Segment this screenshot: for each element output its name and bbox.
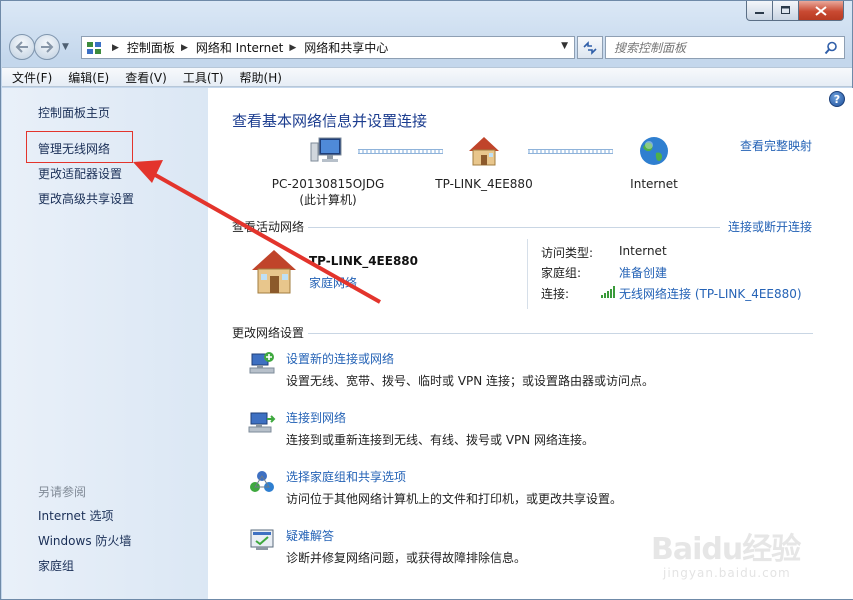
sidebar-item-homegroup[interactable]: 家庭组 [38, 557, 74, 574]
menu-help[interactable]: 帮助(H) [240, 69, 282, 86]
sidebar-item-windows-firewall[interactable]: Windows 防火墙 [38, 532, 131, 549]
network-type-link[interactable]: 家庭网络 [309, 274, 357, 291]
breadcrumb-network-internet[interactable]: 网络和 Internet [196, 39, 283, 56]
breadcrumb-separator[interactable]: ▶ [289, 43, 296, 53]
sidebar-item-internet-options[interactable]: Internet 选项 [38, 507, 113, 524]
homegroup-label: 家庭组: [541, 266, 582, 280]
sidebar-item-control-panel-home[interactable]: 控制面板主页 [38, 104, 110, 121]
help-icon[interactable]: ? [829, 91, 845, 107]
breadcrumb-separator[interactable]: ▶ [112, 43, 119, 53]
task-pane: 控制面板主页 管理无线网络 更改适配器设置 更改高级共享设置 另请参阅 Inte… [2, 88, 208, 599]
forward-arrow-icon [41, 41, 54, 53]
connect-to-network-description: 连接到或重新连接到无线、有线、拨号或 VPN 网络连接。 [286, 433, 595, 447]
search-box [605, 36, 845, 59]
computer-icon [310, 137, 342, 162]
access-type-label: 访问类型: [541, 246, 594, 260]
baidu-watermark: Baidu经验 jingyan.baidu.com [651, 506, 821, 596]
change-settings-heading: 更改网络设置 [232, 326, 305, 340]
navigation-bar: ▼ ▶ 控制面板 ▶ 网络和 Internet ▶ 网络和共享中心 ▼ [9, 33, 845, 61]
back-arrow-icon [15, 41, 28, 53]
homegroup-status-link[interactable]: 准备创建 [619, 264, 667, 281]
refresh-icon [583, 40, 597, 55]
connect-disconnect-link[interactable]: 连接或断开连接 [728, 218, 812, 235]
menu-file[interactable]: 文件(F) [12, 69, 52, 86]
address-bar[interactable]: ▶ 控制面板 ▶ 网络和 Internet ▶ 网络和共享中心 ▼ [81, 36, 575, 59]
breadcrumb-separator[interactable]: ▶ [181, 43, 188, 53]
homegroup-sharing-link[interactable]: 选择家庭组和共享选项 [286, 468, 406, 485]
forward-button[interactable] [34, 34, 60, 60]
watermark-url: jingyan.baidu.com [663, 566, 791, 580]
maximize-icon [780, 6, 790, 14]
globe-icon [640, 137, 668, 165]
sidebar-item-manage-wireless[interactable]: 管理无线网络 [38, 140, 110, 157]
setup-connection-description: 设置无线、宽带、拨号、临时或 VPN 连接；或设置路由器或访问点。 [286, 374, 655, 388]
minimize-icon [754, 11, 764, 14]
close-button[interactable] [799, 1, 844, 21]
menu-view[interactable]: 查看(V) [125, 69, 167, 86]
control-panel-window: ▼ ▶ 控制面板 ▶ 网络和 Internet ▶ 网络和共享中心 ▼ 搜索控制… [0, 0, 853, 600]
search-icon[interactable] [824, 41, 838, 55]
watermark-brand: Baidu经验 [651, 532, 801, 567]
connection-line [528, 149, 613, 154]
active-network-name: TP-LINK_4EE880 [309, 254, 418, 268]
connection-label: 连接: [541, 287, 570, 301]
map-node-computer: PC-20130815OJDG (此计算机) [248, 135, 408, 208]
vertical-divider [527, 239, 528, 309]
house-network-icon [469, 137, 499, 166]
section-divider [308, 333, 813, 334]
menu-edit[interactable]: 编辑(E) [68, 69, 109, 86]
map-node-internet[interactable]: Internet [604, 135, 704, 192]
back-button[interactable] [9, 34, 35, 60]
setup-connection-link[interactable]: 设置新的连接或网络 [286, 350, 394, 367]
breadcrumb-network-sharing-center[interactable]: 网络和共享中心 [304, 39, 388, 56]
sidebar-item-adapter-settings[interactable]: 更改适配器设置 [38, 165, 122, 182]
address-dropdown-icon[interactable]: ▼ [561, 41, 568, 51]
breadcrumb-control-panel[interactable]: 控制面板 [127, 39, 175, 56]
menu-bar: 文件(F) 编辑(E) 查看(V) 工具(T) 帮助(H) [2, 67, 852, 87]
page-title: 查看基本网络信息并设置连接 [232, 112, 428, 130]
view-full-map-link[interactable]: 查看完整映射 [740, 137, 812, 154]
menu-tools[interactable]: 工具(T) [183, 69, 224, 86]
homegroup-sharing-description: 访问位于其他网络计算机上的文件和打印机，或更改共享设置。 [286, 492, 623, 506]
access-type-value: Internet [619, 244, 667, 258]
troubleshoot-description: 诊断并修复网络问题，或获得故障排除信息。 [286, 551, 527, 565]
see-also-heading: 另请参阅 [38, 485, 87, 499]
wireless-connection-link[interactable]: 无线网络连接 (TP-LINK_4EE880) [619, 285, 802, 302]
section-divider [308, 227, 720, 228]
new-connection-icon [249, 352, 275, 374]
nav-buttons: ▼ [9, 34, 69, 60]
wifi-signal-icon [601, 286, 615, 298]
connect-network-icon [248, 412, 276, 433]
computer-name: PC-20130815OJDG [271, 177, 385, 191]
troubleshoot-link[interactable]: 疑难解答 [286, 527, 334, 544]
homegroup-sharing-icon [250, 471, 274, 492]
close-icon [815, 5, 827, 16]
refresh-button[interactable] [577, 36, 603, 59]
home-network-icon [252, 250, 296, 294]
internet-label: Internet [630, 177, 678, 191]
router-name: TP-LINK_4EE880 [435, 177, 533, 191]
control-panel-icon [87, 41, 101, 54]
maximize-button[interactable] [773, 1, 799, 21]
computer-sub-label: (此计算机) [299, 193, 357, 207]
window-controls [746, 1, 844, 21]
troubleshoot-icon [250, 529, 274, 550]
connect-to-network-link[interactable]: 连接到网络 [286, 409, 346, 426]
sidebar-item-advanced-sharing[interactable]: 更改高级共享设置 [38, 190, 134, 207]
recent-pages-chevron-icon[interactable]: ▼ [62, 42, 69, 52]
minimize-button[interactable] [746, 1, 773, 21]
map-node-router[interactable]: TP-LINK_4EE880 [424, 135, 544, 192]
active-networks-heading: 查看活动网络 [232, 220, 305, 234]
search-input[interactable] [606, 37, 816, 58]
